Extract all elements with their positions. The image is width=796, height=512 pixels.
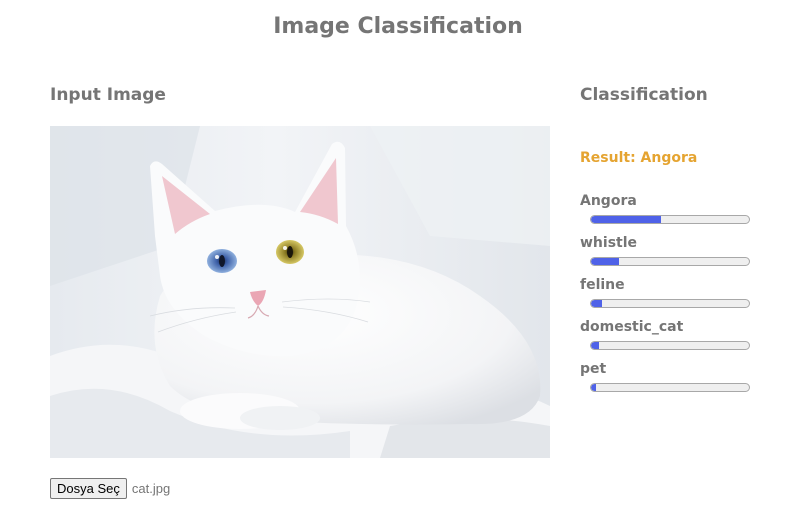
score-item: Angora <box>580 192 760 234</box>
score-item: domestic_cat <box>580 318 760 360</box>
score-progress-fill <box>591 384 596 391</box>
classification-result: Result: Angora <box>580 150 698 166</box>
score-progress-fill <box>591 300 603 307</box>
score-progress-fill <box>591 342 599 349</box>
score-item: whistle <box>580 234 760 276</box>
input-image-heading: Input Image <box>50 85 166 105</box>
file-picker: Dosya Seç cat.jpg <box>50 478 170 499</box>
score-progress-bar <box>590 257 750 266</box>
classification-heading: Classification <box>580 85 708 105</box>
page-title: Image Classification <box>273 14 523 39</box>
score-progress-bar <box>590 383 750 392</box>
score-progress-bar <box>590 341 750 350</box>
selected-file-name: cat.jpg <box>131 481 171 496</box>
score-progress-bar <box>590 299 750 308</box>
score-label: Angora <box>580 193 637 209</box>
score-list: Angora whistle feline domestic_catpet <box>580 192 760 402</box>
score-label: feline <box>580 277 625 293</box>
score-progress-bar <box>590 215 750 224</box>
score-label: pet <box>580 361 607 377</box>
score-item: pet <box>580 360 760 402</box>
score-progress-fill <box>591 258 620 265</box>
choose-file-button[interactable]: Dosya Seç <box>50 478 127 499</box>
score-item: feline <box>580 276 760 318</box>
input-image <box>50 126 550 458</box>
score-label: domestic_cat <box>580 319 684 335</box>
score-label: whistle <box>580 235 638 251</box>
score-progress-fill <box>591 216 661 223</box>
